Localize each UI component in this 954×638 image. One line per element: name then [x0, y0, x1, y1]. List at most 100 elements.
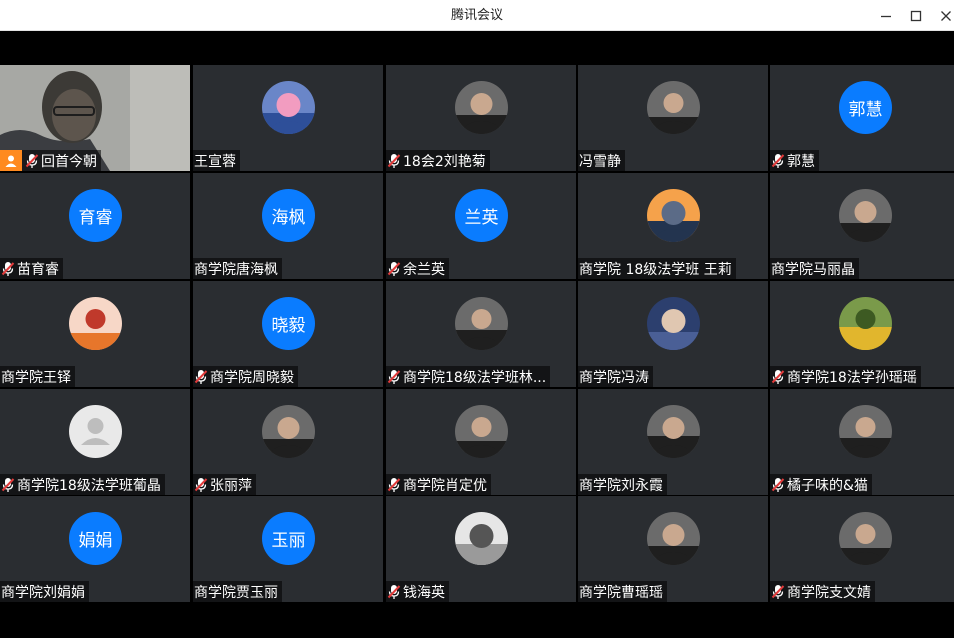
participant-name-bar: 商学院马丽晶 [770, 258, 859, 279]
participant-avatar: 娟娟 [69, 512, 122, 565]
participant-name-bar: 商学院刘永霞 [578, 474, 667, 495]
participant-name: 郭慧 [787, 153, 815, 170]
person-photo-icon [455, 405, 508, 458]
muted-mic-icon [387, 584, 401, 600]
participant-name-bar: 钱海英 [386, 581, 449, 602]
person-photo-icon [455, 81, 508, 134]
stitch-cartoon-icon [262, 81, 315, 134]
participant-tile[interactable]: 玉丽 商学院贾玉丽 [193, 496, 383, 602]
muted-mic-icon [194, 369, 208, 385]
participant-tile[interactable]: 晓毅 商学院周晓毅 [193, 281, 383, 387]
minimize-button[interactable] [871, 0, 901, 31]
participant-avatar [262, 405, 315, 458]
maximize-icon [910, 10, 922, 21]
participant-name: 商学院王铎 [1, 369, 71, 386]
person-photo-icon [647, 405, 700, 458]
participant-name: 商学院刘永霞 [579, 477, 663, 494]
person-photo-icon [647, 512, 700, 565]
participant-avatar [839, 297, 892, 350]
participant-name-bar: 回首今朝 [0, 150, 101, 171]
participant-name-bar: 张丽萍 [193, 474, 256, 495]
participant-name-bar: 橘子味的&猫 [770, 474, 872, 495]
person-photo-icon [647, 81, 700, 134]
participant-tile[interactable]: 商学院 18级法学班 王莉 [578, 173, 768, 279]
maximize-button[interactable] [901, 0, 931, 31]
participant-tile[interactable]: 王宣蓉 [193, 65, 383, 171]
person-photo-icon [262, 405, 315, 458]
participant-tile[interactable]: 钱海英 [386, 496, 576, 602]
participant-name: 王宣蓉 [194, 153, 236, 170]
participant-avatar [647, 405, 700, 458]
participant-tile[interactable]: 商学院曹瑶瑶 [578, 496, 768, 602]
avatar-initials: 郭慧 [848, 100, 883, 120]
participant-tile[interactable]: 橘子味的&猫 [770, 389, 954, 495]
cartoon-bear-icon [839, 297, 892, 350]
participant-tile[interactable]: 育睿苗育睿 [0, 173, 190, 279]
participant-tile[interactable]: 海枫商学院唐海枫 [193, 173, 383, 279]
participant-avatar [647, 189, 700, 242]
participant-tile[interactable]: 商学院18级法学班林... [386, 281, 576, 387]
close-button[interactable] [931, 0, 954, 31]
host-user-icon [0, 150, 22, 171]
cartoon-tiger-icon [69, 297, 122, 350]
participant-tile[interactable]: 18会2刘艳菊 [386, 65, 576, 171]
participant-name-bar: 商学院 18级法学班 王莉 [578, 258, 736, 279]
participant-name-bar: 商学院冯涛 [578, 366, 653, 387]
participant-tile[interactable]: 冯雪静 [578, 65, 768, 171]
muted-mic-icon [387, 261, 401, 277]
participant-tile[interactable]: 商学院肖定优 [386, 389, 576, 495]
participant-name-bar: 冯雪静 [578, 150, 625, 171]
avatar-initials: 晓毅 [271, 316, 306, 336]
participant-name: 苗育睿 [17, 261, 59, 278]
participant-avatar [455, 512, 508, 565]
participant-avatar [455, 405, 508, 458]
avatar-initials: 海枫 [271, 208, 306, 228]
participant-tile[interactable]: 郭慧 郭慧 [770, 65, 954, 171]
participant-name: 回首今朝 [41, 153, 97, 170]
default-user-icon [69, 405, 122, 458]
participant-tile[interactable]: 张丽萍 [193, 389, 383, 495]
participant-avatar [69, 297, 122, 350]
participant-name: 冯雪静 [579, 153, 621, 170]
participant-name-bar: 商学院刘娟娟 [0, 581, 89, 602]
participant-name: 商学院18级法学班林... [403, 369, 547, 386]
participant-avatar: 郭慧 [839, 81, 892, 134]
avatar-initials: 育睿 [78, 208, 113, 228]
avatar-initials: 娟娟 [78, 531, 113, 551]
participant-name: 商学院冯涛 [579, 369, 649, 386]
participant-tile[interactable]: 兰英 余兰英 [386, 173, 576, 279]
participant-tile[interactable]: 回首今朝 [0, 65, 190, 171]
participant-name-bar: 王宣蓉 [193, 150, 240, 171]
participant-tile[interactable]: 商学院王铎 [0, 281, 190, 387]
participant-name: 商学院唐海枫 [194, 261, 278, 278]
participant-avatar: 兰英 [455, 189, 508, 242]
participant-name-bar: 商学院18级法学班林... [386, 366, 551, 387]
muted-mic-icon [25, 153, 39, 169]
muted-mic-icon [1, 261, 15, 277]
window-title: 腾讯会议 [450, 8, 503, 23]
participant-name: 商学院肖定优 [403, 477, 487, 494]
participant-tile[interactable]: 娟娟商学院刘娟娟 [0, 496, 190, 602]
muted-mic-icon [771, 477, 785, 493]
participant-name: 商学院刘娟娟 [1, 584, 85, 601]
avatar-initials: 兰英 [464, 208, 499, 228]
participant-name: 钱海英 [403, 584, 445, 601]
participant-tile[interactable]: 商学院刘永霞 [578, 389, 768, 495]
participant-name-bar: 商学院18级法学班葡晶 [0, 474, 165, 495]
participant-name: 商学院贾玉丽 [194, 584, 278, 601]
participant-avatar [839, 189, 892, 242]
participant-tile[interactable]: 商学院冯涛 [578, 281, 768, 387]
participant-avatar [455, 297, 508, 350]
muted-mic-icon [387, 153, 401, 169]
close-icon [941, 10, 951, 21]
participant-avatar [647, 297, 700, 350]
title-bar: 腾讯会议 [0, 0, 954, 31]
participant-tile[interactable]: 商学院支文婧 [770, 496, 954, 602]
participant-tile[interactable]: 商学院18法学孙瑶瑶 [770, 281, 954, 387]
participant-tile[interactable]: 商学院18级法学班葡晶 [0, 389, 190, 495]
participant-avatar [262, 81, 315, 134]
participant-avatar [839, 405, 892, 458]
participant-tile[interactable]: 商学院马丽晶 [770, 173, 954, 279]
participant-avatar [455, 81, 508, 134]
participant-avatar: 育睿 [69, 189, 122, 242]
